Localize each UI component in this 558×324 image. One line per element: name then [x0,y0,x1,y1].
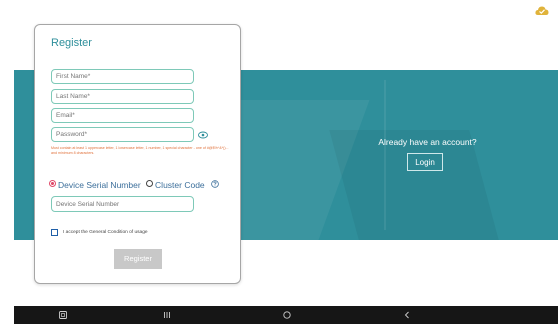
accept-conditions-checkbox[interactable] [51,229,58,236]
radio-device-serial-label[interactable]: Device Serial Number [58,180,141,190]
email-input[interactable] [51,108,194,123]
device-serial-input[interactable] [51,196,194,212]
back-icon[interactable] [402,310,412,320]
radio-cluster-code-label[interactable]: Cluster Code [155,180,205,190]
register-card: Register Must contain at least 1 upperca… [34,24,241,284]
first-name-input[interactable] [51,69,194,84]
password-hint: Must contain at least 1 uppercase letter… [51,146,229,155]
eye-icon[interactable] [198,131,208,139]
cloud-check-icon[interactable] [535,5,549,17]
last-name-input[interactable] [51,89,194,104]
accept-conditions-label: I accept the General Condition of usage [63,230,148,235]
password-input[interactable] [51,127,194,142]
register-title: Register [51,37,92,49]
home-icon[interactable] [282,310,292,320]
register-button[interactable]: Register [114,249,162,269]
login-button[interactable]: Login [407,153,443,171]
screenshot-icon[interactable] [58,310,68,320]
recent-apps-icon[interactable] [162,310,172,320]
android-nav-bar [14,306,558,324]
radio-cluster-code[interactable] [146,180,154,188]
radio-device-serial[interactable] [49,180,56,188]
already-have-account-text: Already have an account? [378,137,477,147]
device-type-selector: Device Serial Number Cluster Code [49,179,219,190]
banner-decoration [384,80,386,230]
help-icon[interactable] [211,179,219,188]
